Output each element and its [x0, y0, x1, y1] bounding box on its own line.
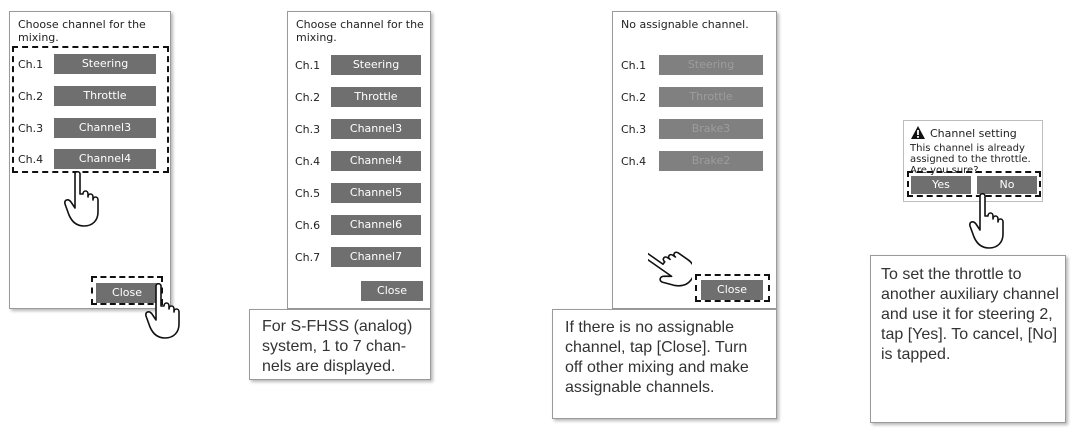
pointing-hand-icon: [64, 170, 99, 227]
panel-2-prompt: Choose channel for the mixing.: [296, 18, 424, 44]
panel-3-caption-text: If there is no assignable channel, tap […: [565, 319, 749, 396]
channel-button-ch1[interactable]: Steering: [331, 55, 421, 75]
channel-button-ch5[interactable]: Channel5: [331, 183, 421, 203]
panel-3-caption: If there is no assignable channel, tap […: [552, 309, 777, 419]
channel-button-ch3: Brake3: [659, 119, 763, 139]
close-button[interactable]: Close: [361, 281, 423, 301]
channel-row: Ch.2 Throttle: [295, 87, 425, 109]
pointing-hand-icon: [145, 282, 180, 339]
channel-row: Ch.5 Channel5: [295, 183, 425, 205]
pointing-hand-icon: [648, 251, 692, 287]
channel-row: Ch.1 Steering: [621, 55, 771, 77]
channel-label: Ch.3: [621, 123, 647, 136]
pointing-hand-icon: [969, 192, 1004, 249]
channel-row: Ch.6 Channel6: [295, 215, 425, 237]
dialog-caption: To set the throttle to another auxiliary…: [870, 255, 1066, 423]
channel-button-ch4: Brake2: [659, 151, 763, 171]
channel-label: Ch.1: [295, 59, 321, 72]
panel-3-prompt: No assignable channel.: [621, 18, 749, 31]
channel-button-ch6[interactable]: Channel6: [331, 215, 421, 235]
channel-button-ch1: Steering: [659, 55, 763, 75]
channel-button-ch2: Throttle: [659, 87, 763, 107]
channel-button-ch2[interactable]: Throttle: [331, 87, 421, 107]
panel-2-caption: For S-FHSS (analog) system, 1 to 7 chan-…: [249, 309, 431, 380]
channel-row: Ch.2 Throttle: [621, 87, 771, 109]
panel-2-caption-text: For S-FHSS (analog) system, 1 to 7 chan-…: [262, 318, 413, 375]
channel-label: Ch.3: [295, 123, 321, 136]
channel-row: Ch.4 Brake2: [621, 151, 771, 173]
warning-triangle-icon: [911, 126, 925, 139]
dialog-caption-text: To set the throttle to another auxiliary…: [881, 266, 1059, 363]
close-button-highlight: [695, 274, 770, 302]
panel-1-prompt: Choose channel for the mixing.: [18, 18, 146, 44]
dialog-title: Channel setting: [930, 127, 1017, 140]
channel-button-ch4[interactable]: Channel4: [331, 151, 421, 171]
channel-label: Ch.1: [621, 59, 647, 72]
channel-list-highlight: [12, 46, 169, 173]
channel-row: Ch.1 Steering: [295, 55, 425, 77]
panel-2-screen: Choose channel for the mixing. Ch.1 Stee…: [287, 11, 431, 309]
channel-label: Ch.6: [295, 219, 321, 232]
channel-row: Ch.7 Channel7: [295, 247, 425, 269]
channel-button-ch3[interactable]: Channel3: [331, 119, 421, 139]
panel-3-screen: No assignable channel. Ch.1 Steering Ch.…: [612, 11, 777, 309]
channel-row: Ch.3 Channel3: [295, 119, 425, 141]
channel-row: Ch.3 Brake3: [621, 119, 771, 141]
channel-button-ch7[interactable]: Channel7: [331, 247, 421, 267]
channel-label: Ch.4: [621, 155, 647, 168]
channel-label: Ch.4: [295, 155, 321, 168]
channel-label: Ch.5: [295, 187, 321, 200]
channel-label: Ch.7: [295, 251, 321, 264]
channel-label: Ch.2: [295, 91, 321, 104]
channel-label: Ch.2: [621, 91, 647, 104]
channel-row: Ch.4 Channel4: [295, 151, 425, 173]
